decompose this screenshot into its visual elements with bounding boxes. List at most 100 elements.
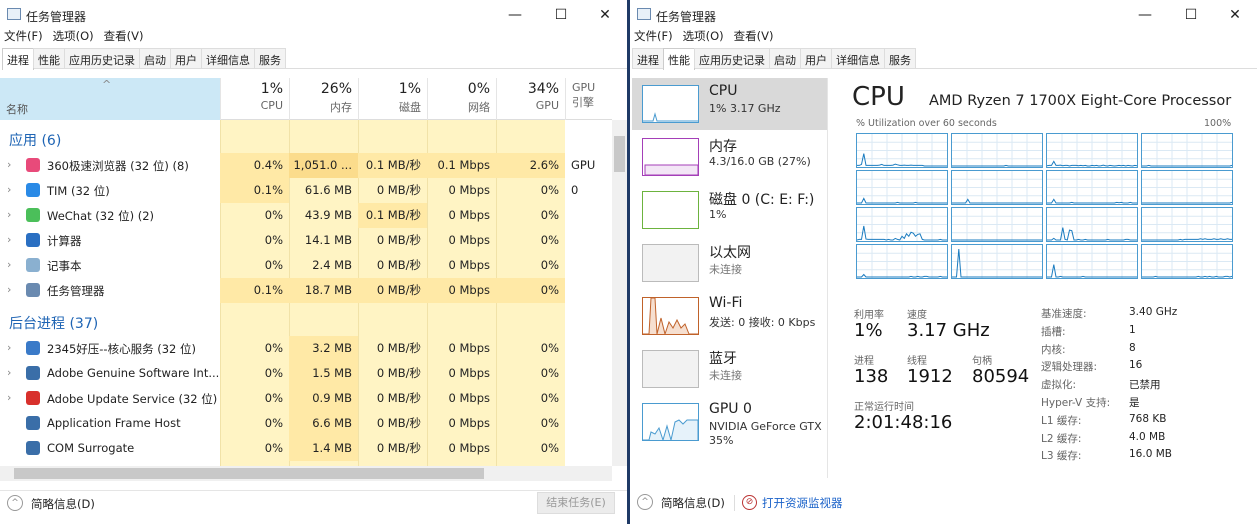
scroll-thumb[interactable] — [14, 468, 484, 479]
utilization-label: 利用率 — [854, 310, 884, 321]
process-row[interactable]: › WeChat (32 位) (2) 0% 43.9 MB 0.1 MB/秒 0 Mbp… — [0, 203, 612, 228]
menu-file[interactable]: 文件(F) — [4, 28, 43, 46]
tab-5[interactable]: 详细信息 — [201, 48, 255, 68]
process-row[interactable]: › Adobe Genuine Software Int... 0% 1.5 MB 0 … — [0, 361, 612, 386]
tab-4[interactable]: 用户 — [800, 48, 832, 68]
expand-chevron-icon[interactable]: › — [7, 283, 11, 296]
menu-options[interactable]: 选项(O) — [683, 28, 724, 46]
horizontal-scrollbar[interactable] — [0, 466, 612, 481]
app-icon — [26, 391, 40, 405]
core-graph-svg — [1142, 171, 1233, 204]
maximize-button[interactable]: ☐ — [546, 5, 576, 25]
process-row[interactable]: › 记事本 0% 2.4 MB 0 MB/秒 0 Mbps 0% — [0, 253, 612, 278]
tab-5[interactable]: 详细信息 — [831, 48, 885, 68]
minimize-button[interactable]: — — [1130, 5, 1160, 25]
sidebar-item-subtitle: 1% 3.17 GHz — [709, 102, 781, 115]
expand-chevron-icon[interactable]: › — [7, 233, 11, 246]
tab-2[interactable]: 应用历史记录 — [64, 48, 140, 68]
cell-cpu: 0% — [264, 208, 283, 222]
cell-cpu: 0% — [264, 441, 283, 455]
utilization-max: 100% — [1204, 118, 1232, 129]
cell-gpu-engine — [565, 178, 612, 203]
tab-2[interactable]: 应用历史记录 — [694, 48, 770, 68]
maximize-button[interactable]: ☐ — [1176, 5, 1206, 25]
close-button[interactable]: ✕ — [590, 5, 620, 25]
scroll-thumb[interactable] — [614, 136, 625, 172]
mini-graph — [643, 112, 698, 122]
cell-gpu-engine: GPU 0 — [571, 158, 596, 197]
speed-value: 3.17 GHz — [907, 320, 990, 341]
menu-view[interactable]: 查看(V) — [734, 28, 774, 46]
fewer-details-link[interactable]: 简略信息(D) — [661, 495, 725, 511]
menu-file[interactable]: 文件(F) — [634, 28, 673, 46]
collapse-chevron-icon[interactable]: ^ — [7, 495, 23, 511]
sidebar-item-1[interactable]: 内存 4.3/16.0 GB (27%) — [632, 131, 827, 183]
process-row[interactable]: › TIM (32 位) 0.1% 61.6 MB 0 MB/秒 0 Mbps 0% — [0, 178, 612, 203]
column-3[interactable]: 0% 网络 — [427, 78, 496, 120]
column-2[interactable]: 1% 磁盘 — [358, 78, 427, 120]
process-name: Adobe Genuine Software Int... — [47, 366, 220, 380]
column-header: ^ 名称 1% CPU 26% 内存 1% 磁盘 0% 网络 34% GPU GPU 引擎 — [0, 78, 612, 120]
process-row[interactable]: › 任务管理器 0.1% 18.7 MB 0 MB/秒 0 Mbps 0% — [0, 278, 612, 303]
sidebar-item-5[interactable]: 蓝牙 未连接 — [632, 343, 827, 395]
threads-label: 线程 — [907, 356, 927, 367]
minimize-button[interactable]: — — [500, 5, 530, 25]
end-task-button[interactable]: 结束任务(E) — [537, 492, 615, 514]
sidebar-item-0[interactable]: CPU 1% 3.17 GHz — [632, 78, 827, 130]
sidebar-item-2[interactable]: 磁盘 0 (C: E: F:) 1% — [632, 184, 827, 236]
close-button[interactable]: ✕ — [1220, 5, 1250, 25]
core-graph-svg — [1142, 208, 1232, 241]
expand-chevron-icon[interactable]: › — [7, 258, 11, 271]
process-row[interactable]: › 2345好压--核心服务 (32 位) 0% 3.2 MB 0 MB/秒 0 Mbps… — [0, 336, 612, 361]
tab-4[interactable]: 用户 — [170, 48, 202, 68]
tab-1[interactable]: 性能 — [33, 48, 65, 68]
sidebar-item-subtitle: 未连接 — [709, 369, 742, 382]
tab-0[interactable]: 进程 — [632, 48, 664, 68]
cell-memory: 3.2 MB — [289, 336, 358, 361]
cell-network: 0 Mbps — [427, 278, 496, 303]
spec-label: 逻辑处理器: — [1041, 361, 1098, 374]
column-4[interactable]: 34% GPU — [496, 78, 565, 120]
sidebar-item-4[interactable]: Wi-Fi 发送: 0 接收: 0 Kbps — [632, 290, 827, 342]
menu-options[interactable]: 选项(O) — [53, 28, 94, 46]
vertical-scrollbar[interactable] — [612, 120, 627, 466]
collapse-chevron-icon[interactable]: ^ — [637, 494, 653, 510]
menu-view[interactable]: 查看(V) — [104, 28, 144, 46]
sidebar-item-6[interactable]: GPU 0 NVIDIA GeForce GTX 35% — [632, 396, 827, 448]
core-graph-0 — [856, 133, 948, 168]
tab-1[interactable]: 性能 — [663, 48, 695, 70]
open-resource-monitor-link[interactable]: 打开资源监视器 — [762, 495, 843, 511]
process-row[interactable]: Application Frame Host 0% 6.6 MB 0 MB/秒 0 Mb… — [0, 411, 612, 436]
column-name[interactable]: ^ 名称 — [0, 78, 220, 120]
column-percent: 34% — [527, 81, 559, 97]
tab-3[interactable]: 启动 — [139, 48, 171, 68]
process-row[interactable]: › 计算器 0% 14.1 MB 0 MB/秒 0 Mbps 0% — [0, 228, 612, 253]
expand-chevron-icon[interactable]: › — [7, 208, 11, 221]
app-icon — [26, 416, 40, 430]
column-1[interactable]: 26% 内存 — [289, 78, 358, 120]
process-row[interactable]: COM Surrogate 0% 1.4 MB 0 MB/秒 0 Mbps 0% — [0, 436, 612, 461]
cell-network: 0 Mbps — [448, 366, 491, 380]
expand-chevron-icon[interactable]: › — [7, 341, 11, 354]
tab-6[interactable]: 服务 — [884, 48, 916, 68]
cell-gpu-engine — [565, 203, 612, 228]
mini-graph — [643, 245, 698, 281]
cell-memory: 2.4 MB — [312, 258, 352, 272]
column-0[interactable]: 1% CPU — [220, 78, 289, 120]
tab-0[interactable]: 进程 — [2, 48, 34, 70]
process-row[interactable]: › 360极速浏览器 (32 位) (8) 0.4% 1,051.0 ... 0.1 M… — [0, 153, 612, 197]
expand-chevron-icon[interactable]: › — [7, 183, 11, 196]
expand-chevron-icon[interactable]: › — [7, 158, 11, 171]
group-header[interactable]: 应用 (6) — [9, 130, 61, 150]
column-5[interactable]: GPU 引擎 — [565, 78, 612, 120]
expand-chevron-icon[interactable]: › — [7, 366, 11, 379]
process-row[interactable]: › Adobe Update Service (32 位) 0% 0.9 MB 0 MB… — [0, 386, 612, 411]
tab-6[interactable]: 服务 — [254, 48, 286, 68]
expand-chevron-icon[interactable]: › — [7, 391, 11, 404]
sidebar-item-3[interactable]: 以太网 未连接 — [632, 237, 827, 289]
sidebar-item-title: Wi-Fi — [709, 295, 743, 311]
cell-network: 0 Mbps — [448, 208, 491, 222]
fewer-details-link[interactable]: 简略信息(D) — [31, 496, 95, 512]
group-header[interactable]: 后台进程 (37) — [9, 313, 98, 333]
tab-3[interactable]: 启动 — [769, 48, 801, 68]
